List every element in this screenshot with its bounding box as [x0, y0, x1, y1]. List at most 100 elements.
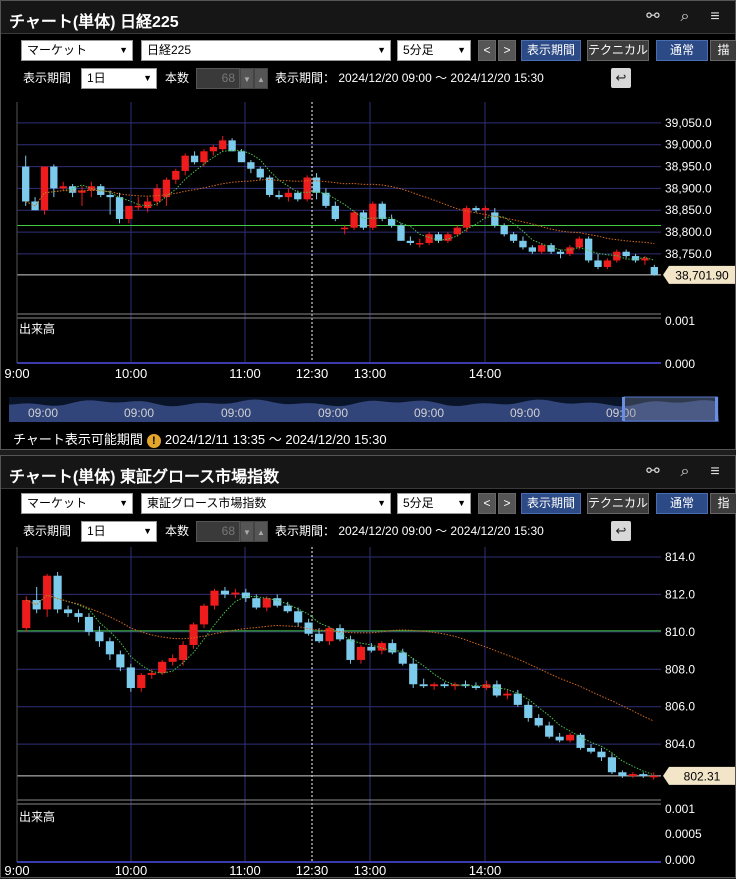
- navigator-handle-left: [622, 397, 625, 421]
- volume-tick-label: 0.000: [665, 357, 695, 371]
- y-tick-label: 804.0: [665, 737, 695, 751]
- candle-body: [134, 205, 142, 208]
- candle-body: [641, 258, 649, 261]
- y-tick-label: 806.0: [665, 700, 695, 714]
- candle-body: [556, 251, 565, 254]
- candle-body: [53, 575, 62, 610]
- available-label: チャート表示可能期間: [13, 432, 143, 447]
- candle-body: [210, 590, 219, 606]
- candle-body: [416, 242, 424, 245]
- candle-body: [105, 641, 114, 655]
- y-tick-label: 814.0: [665, 550, 695, 564]
- candle-body: [59, 186, 67, 189]
- candle-body: [262, 598, 271, 608]
- volume-label: 出来高: [19, 322, 56, 336]
- candle-body: [628, 774, 637, 776]
- candle-body: [247, 162, 255, 169]
- candle-body: [481, 208, 490, 211]
- candle-body: [209, 146, 217, 152]
- candle-body: [331, 205, 339, 219]
- candle-body: [294, 611, 303, 623]
- candle-body: [430, 684, 439, 687]
- candle-body: [256, 168, 264, 178]
- volume-tick-label: 0.0005: [665, 827, 702, 841]
- candle-body: [84, 616, 94, 632]
- growth-chart[interactable]: 814.0 812.0 810.0 808.0 806.0 804.0 9:00 10:00 1…: [1, 456, 736, 879]
- candle-body: [367, 646, 376, 651]
- candle-body: [463, 208, 471, 228]
- volume-tick-label: 0.001: [665, 314, 695, 328]
- x-tick-label: 11:00: [229, 863, 261, 878]
- candle-body: [144, 201, 152, 209]
- candle-body: [649, 775, 658, 778]
- candle-body: [283, 605, 292, 612]
- chart-panel-growth: チャート(単体) 東証グロース市場指数 ⚯ ⌕ ≡ マーケット ▼ 東証グロース市…: [0, 455, 736, 878]
- candle-body: [294, 192, 302, 200]
- candle-body: [453, 227, 461, 235]
- candle-body: [322, 192, 330, 206]
- candle-body: [168, 658, 177, 662]
- candle-body: [524, 704, 533, 718]
- candle-body: [125, 205, 133, 219]
- candle-body: [116, 654, 125, 668]
- x-tick-label: 12:30: [296, 863, 329, 878]
- navigator-handle-right: [715, 397, 718, 421]
- candle-body: [440, 684, 449, 687]
- y-tick-label: 812.0: [665, 587, 695, 601]
- available-range: 2024/12/11 13:35 ～ 2024/12/20 15:30: [164, 432, 387, 447]
- candle-body: [284, 192, 293, 198]
- candle-body: [199, 605, 209, 625]
- y-tick-label: 38,850.0: [665, 203, 712, 217]
- y-tick-label: 810.0: [665, 625, 695, 639]
- price-tag-label: 802.31: [684, 769, 721, 783]
- candle-body: [387, 218, 396, 226]
- navigator-label: 09:00: [124, 406, 154, 420]
- candle-body: [503, 693, 512, 696]
- candle-body: [341, 227, 349, 230]
- candle-body: [622, 251, 630, 257]
- candle-body: [220, 590, 230, 595]
- y-tick-label: 38,950.0: [665, 160, 712, 174]
- candle-body: [179, 644, 188, 660]
- candle-body: [335, 628, 345, 640]
- candle-body: [538, 245, 546, 252]
- candle-body: [126, 667, 135, 689]
- x-tick-label: 10:00: [115, 863, 148, 878]
- candle-body: [200, 151, 208, 163]
- candle-body: [237, 151, 246, 163]
- candle-body: [315, 633, 324, 642]
- candle-body: [356, 646, 365, 660]
- candle-body: [434, 234, 443, 241]
- candle-body: [509, 234, 518, 241]
- candle-body: [586, 747, 596, 752]
- x-tick-label: 9:00: [4, 863, 29, 878]
- candle-body: [607, 757, 617, 773]
- candle-body: [350, 212, 358, 228]
- candle-body: [409, 663, 418, 685]
- candle-body: [555, 736, 564, 741]
- candle-body: [63, 609, 73, 614]
- candle-body: [115, 197, 124, 219]
- available-period: チャート表示可能期間! 2024/12/11 13:35 ～ 2024/12/20…: [13, 429, 387, 448]
- y-tick-label: 39,000.0: [665, 138, 712, 152]
- candle-body: [378, 203, 386, 219]
- candle-body: [618, 772, 627, 776]
- candle-body: [346, 639, 355, 660]
- price-tag-label: 38,701.90: [675, 268, 729, 282]
- nikkei-chart[interactable]: 39,050.0 39,000.0 38,950.0 38,900.0 38,850.0…: [1, 1, 736, 451]
- x-tick-label: 14:00: [469, 863, 502, 878]
- candle-body: [639, 774, 648, 776]
- candle-body: [304, 622, 313, 634]
- y-tick-label: 38,750.0: [665, 247, 712, 261]
- candle-body: [231, 592, 240, 595]
- candle-body: [406, 240, 415, 243]
- y-tick-label: 808.0: [665, 662, 695, 676]
- x-tick-label: 10:00: [115, 366, 148, 381]
- candle-body: [219, 140, 227, 150]
- navigator-label: 09:00: [510, 406, 540, 420]
- candle-body: [22, 166, 30, 202]
- candle-body: [172, 170, 180, 180]
- volume-tick-label: 0.000: [665, 853, 695, 867]
- candle-body: [40, 166, 49, 211]
- candle-body: [603, 260, 612, 267]
